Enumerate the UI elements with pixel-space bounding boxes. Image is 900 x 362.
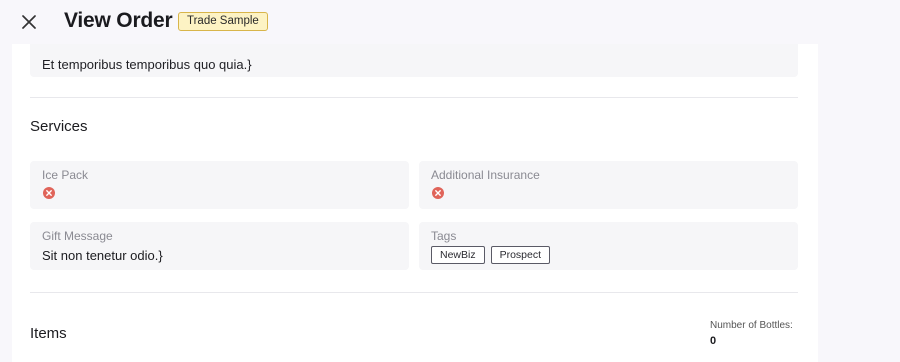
notes-value: Et temporibus temporibus quo quia.} <box>42 57 252 72</box>
gift-message-value: Sit non tenetur odio.} <box>42 248 163 263</box>
notes-field: Et temporibus temporibus quo quia.} <box>30 44 798 77</box>
order-type-badge: Trade Sample <box>178 12 268 31</box>
bottles-count-label: Number of Bottles: <box>710 320 793 331</box>
bottles-count-value: 0 <box>710 335 717 347</box>
divider <box>30 97 798 98</box>
ice-pack-label: Ice Pack <box>42 168 89 182</box>
additional-insurance-field: Additional Insurance <box>419 161 798 209</box>
tag-chip: Prospect <box>490 246 551 264</box>
tag-list: NewBiz Prospect <box>431 246 551 264</box>
close-button[interactable] <box>17 10 41 34</box>
dialog-header: View Order Trade Sample <box>0 0 900 44</box>
ice-pack-field: Ice Pack <box>30 161 409 209</box>
gift-message-field: Gift Message Sit non tenetur odio.} <box>30 222 409 270</box>
page-title: View Order <box>64 9 173 32</box>
order-details-panel: Et temporibus temporibus quo quia.} Serv… <box>12 44 818 362</box>
gift-message-label: Gift Message <box>42 229 113 243</box>
tag-chip: NewBiz <box>431 246 485 264</box>
tags-label: Tags <box>431 229 457 243</box>
x-circle-icon <box>43 187 55 199</box>
additional-insurance-label: Additional Insurance <box>431 168 540 182</box>
services-section-title: Services <box>30 118 88 135</box>
divider <box>30 292 798 293</box>
x-circle-icon <box>432 187 444 199</box>
close-icon <box>22 15 36 29</box>
items-section-title: Items <box>30 325 67 342</box>
tags-field: Tags NewBiz Prospect <box>419 222 798 270</box>
